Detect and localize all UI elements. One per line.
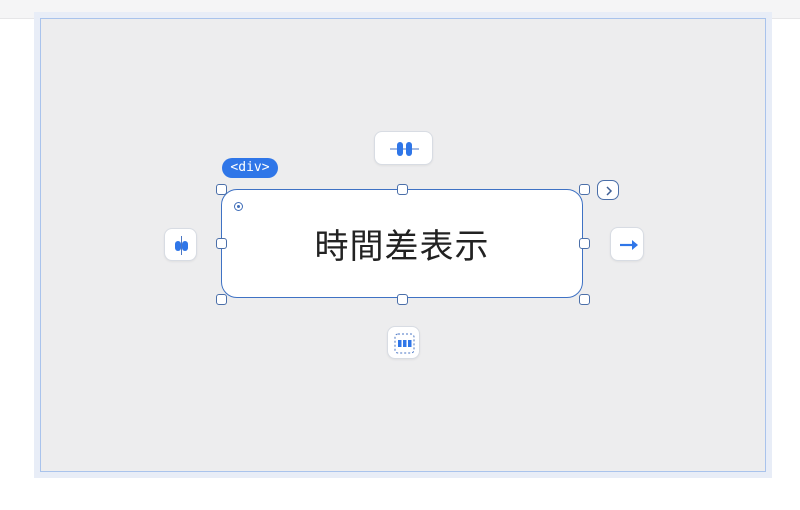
editor-viewport: <div> 時間差表示 (0, 0, 800, 510)
align-vertical-center-icon (390, 142, 419, 156)
resize-handle-top-right[interactable] (579, 184, 590, 195)
resize-handle-left[interactable] (216, 238, 227, 249)
resize-handle-bottom[interactable] (397, 294, 408, 305)
align-horizontal-button[interactable] (164, 228, 197, 261)
resize-handle-top-left[interactable] (216, 184, 227, 195)
resize-handle-top[interactable] (397, 184, 408, 195)
element-tag-badge[interactable]: <div> (222, 158, 278, 178)
element-text: 時間差表示 (314, 227, 490, 267)
arrow-right-icon (620, 240, 638, 250)
distribute-spacing-icon (394, 333, 415, 354)
align-horizontal-center-icon (175, 236, 188, 255)
selected-element[interactable]: 時間差表示 (221, 189, 583, 298)
move-right-button[interactable] (610, 227, 644, 261)
chevron-right-icon (606, 186, 613, 196)
resize-handle-bottom-left[interactable] (216, 294, 227, 305)
distribute-button[interactable] (387, 326, 420, 359)
align-vertical-button[interactable] (374, 131, 433, 165)
resize-handle-bottom-right[interactable] (579, 294, 590, 305)
resize-handle-right[interactable] (579, 238, 590, 249)
next-element-button[interactable] (597, 180, 619, 200)
